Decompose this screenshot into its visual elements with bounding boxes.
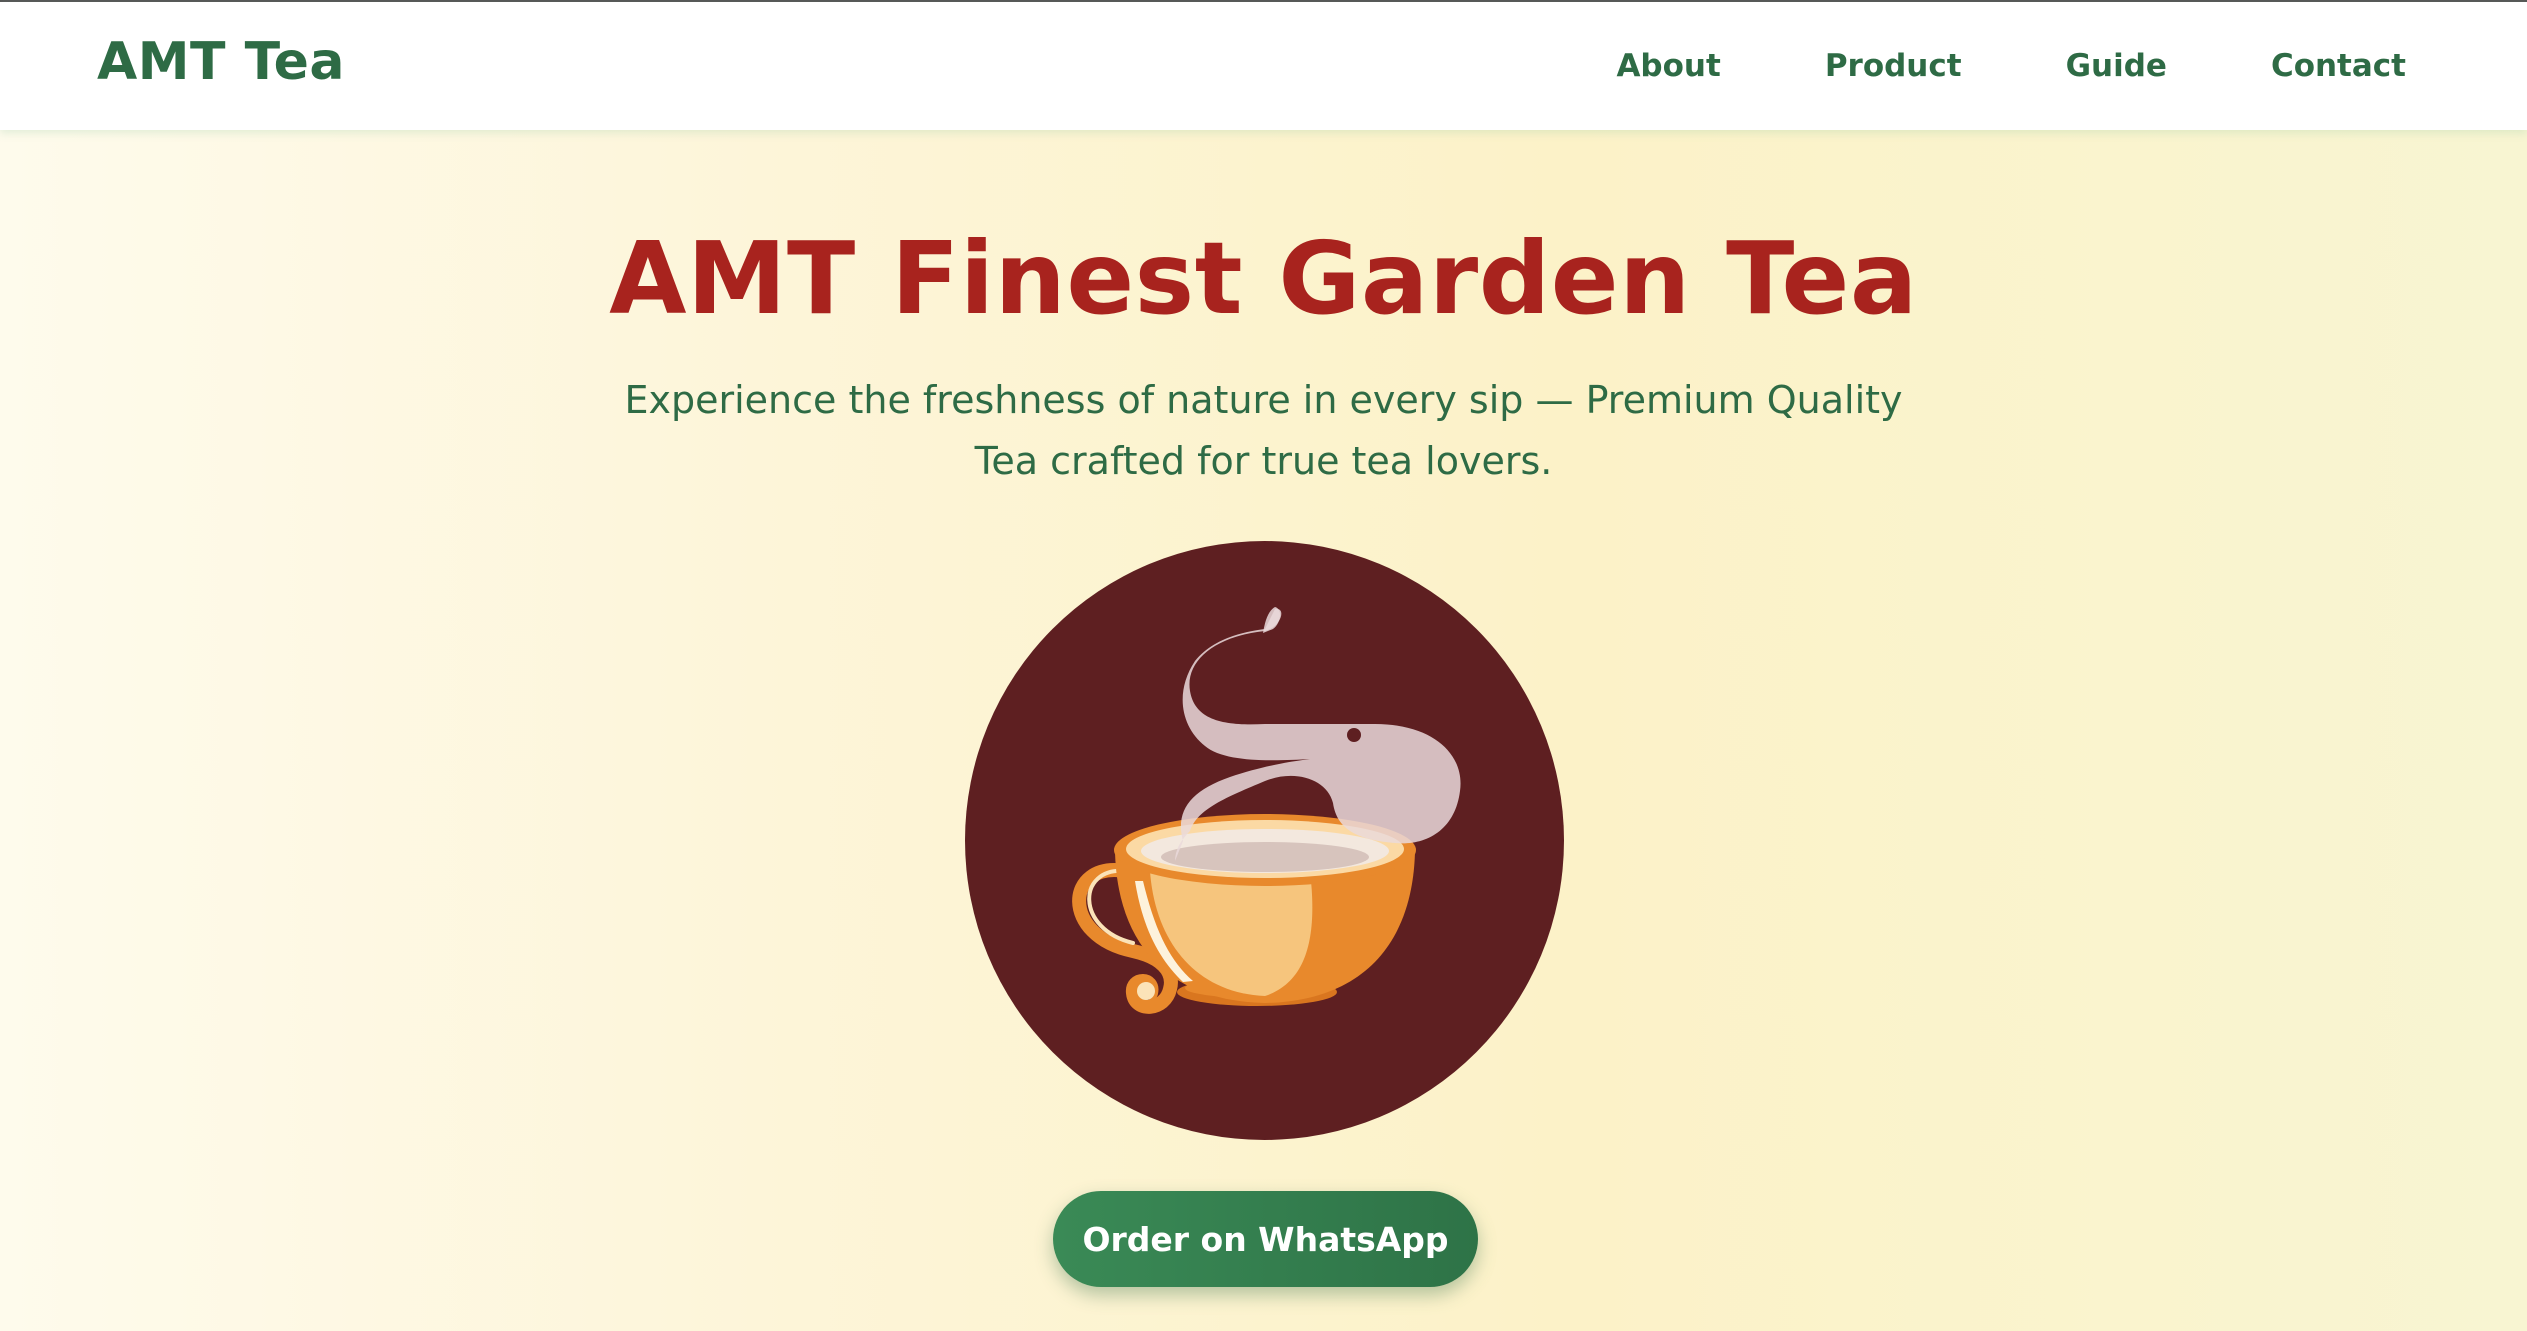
hero-section: AMT Finest Garden Tea Experience the fre… [0,130,2527,1331]
brand-logo[interactable]: AMT Tea [97,32,345,92]
nav-link-guide[interactable]: Guide [2066,48,2167,84]
hero-title: AMT Finest Garden Tea [609,220,1918,337]
navbar: AMT Tea About Product Guide Contact [0,2,2527,130]
tea-cup-image [965,541,1564,1140]
nav-link-about[interactable]: About [1616,48,1720,84]
steaming-tea-cup-icon [1072,607,1461,1014]
nav-link-contact[interactable]: Contact [2271,48,2406,84]
order-whatsapp-button[interactable]: Order on WhatsApp [1053,1191,1478,1287]
nav-links: About Product Guide Contact [1616,2,2406,130]
nav-link-product[interactable]: Product [1825,48,1962,84]
hero-subtitle: Experience the freshness of nature in ev… [624,378,1903,483]
